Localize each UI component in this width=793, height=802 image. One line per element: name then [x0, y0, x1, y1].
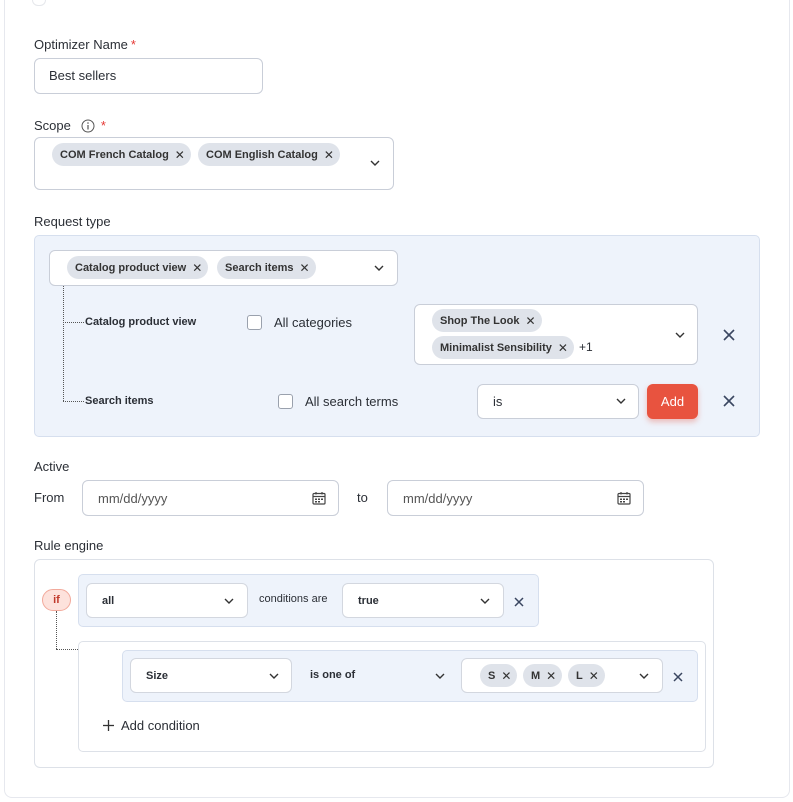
conditions-are-text: conditions are	[259, 593, 328, 605]
tree-line	[63, 401, 84, 402]
chevron-down-icon[interactable]	[638, 671, 650, 681]
remove-chip-icon[interactable]: ✕	[299, 261, 309, 275]
all-search-terms-checkbox[interactable]	[278, 394, 293, 409]
search-row-name: Search items	[85, 395, 154, 407]
active-label: Active	[34, 459, 70, 474]
tree-line	[56, 611, 57, 649]
tree-line	[63, 286, 64, 401]
remove-row-icon[interactable]	[722, 394, 736, 408]
operator-select-value[interactable]: is one of	[310, 669, 355, 681]
remove-chip-icon[interactable]: ✕	[324, 148, 334, 162]
to-date-placeholder: mm/dd/yyyy	[403, 491, 473, 506]
add-condition-label: Add condition	[121, 718, 200, 733]
required-mark: *	[100, 118, 106, 133]
remove-row-icon[interactable]	[722, 328, 736, 342]
request-type-chip: Catalog product view ✕	[67, 256, 209, 279]
scope-label: Scope *	[34, 118, 106, 133]
required-mark: *	[130, 37, 136, 52]
value-chip: S ✕	[480, 664, 518, 687]
request-type-label: Request type	[34, 214, 111, 229]
remove-combination-icon[interactable]	[513, 595, 525, 607]
optimizer-name-label-text: Optimizer Name	[34, 37, 128, 52]
remove-chip-icon[interactable]: ✕	[192, 261, 202, 275]
chip-label: Catalog product view	[75, 261, 187, 274]
attribute-value: Size	[146, 670, 169, 682]
info-icon[interactable]	[81, 119, 95, 133]
chip-label: Minimalist Sensibility	[440, 341, 552, 354]
remove-chip-icon[interactable]: ✕	[501, 669, 511, 683]
category-chip: Shop The Look ✕	[432, 309, 542, 332]
tree-line	[56, 649, 78, 650]
chevron-down-icon[interactable]	[373, 263, 385, 273]
calendar-icon[interactable]	[617, 491, 631, 505]
from-date-input[interactable]: mm/dd/yyyy	[82, 480, 339, 516]
optimizer-name-input[interactable]: Best sellers	[34, 58, 263, 94]
if-badge: if	[42, 589, 71, 611]
aggregator-value: all	[102, 595, 115, 607]
request-type-chip: Search items ✕	[217, 256, 316, 279]
more-count: +1	[579, 340, 593, 354]
rule-engine-label: Rule engine	[34, 538, 104, 553]
optimizer-name-value: Best sellers	[49, 68, 117, 83]
chip-label: S	[488, 669, 496, 682]
chevron-down-icon[interactable]	[674, 330, 686, 340]
catalog-row-name: Catalog product view	[85, 316, 197, 328]
remove-chip-icon[interactable]: ✕	[589, 669, 599, 683]
all-search-terms-label: All search terms	[305, 394, 399, 409]
value-chip: M ✕	[523, 664, 563, 687]
remove-chip-icon[interactable]: ✕	[175, 148, 185, 162]
add-condition-button[interactable]: Add condition	[102, 718, 200, 733]
chip-label: Shop The Look	[440, 314, 520, 327]
remove-chip-icon[interactable]: ✕	[546, 669, 556, 683]
chevron-down-icon[interactable]	[268, 671, 280, 681]
remove-chip-icon[interactable]: ✕	[558, 341, 568, 355]
category-chip: Minimalist Sensibility ✕	[432, 336, 574, 359]
to-date-input[interactable]: mm/dd/yyyy	[387, 480, 644, 516]
chip-label: COM English Catalog	[206, 148, 318, 161]
optimizer-name-label: Optimizer Name *	[34, 37, 136, 52]
chevron-down-icon[interactable]	[223, 596, 235, 606]
plus-icon	[102, 719, 115, 732]
operator-value: is	[493, 394, 503, 409]
all-categories-checkbox[interactable]	[247, 315, 262, 330]
scope-chip: COM English Catalog ✕	[198, 143, 340, 166]
add-button[interactable]: Add	[647, 384, 698, 419]
chip-label: M	[531, 669, 541, 682]
chip-label: Search items	[225, 261, 294, 274]
value-chip: L ✕	[568, 664, 605, 687]
chip-label: L	[576, 669, 583, 682]
scope-label-text: Scope	[34, 118, 71, 133]
chevron-down-icon[interactable]	[369, 158, 381, 168]
scope-chip: COM French Catalog ✕	[52, 143, 191, 166]
remove-chip-icon[interactable]: ✕	[525, 314, 535, 328]
chevron-down-icon[interactable]	[479, 596, 491, 606]
tree-line	[63, 322, 84, 323]
truth-value: true	[358, 595, 379, 607]
chip-label: COM French Catalog	[60, 148, 169, 161]
chevron-down-icon[interactable]	[615, 396, 627, 406]
calendar-icon[interactable]	[312, 491, 326, 505]
from-label: From	[34, 490, 65, 505]
remove-condition-icon[interactable]	[672, 670, 684, 682]
chevron-down-icon[interactable]	[434, 671, 446, 681]
all-categories-label: All categories	[274, 315, 353, 330]
to-label: to	[357, 490, 368, 505]
from-date-placeholder: mm/dd/yyyy	[98, 491, 168, 506]
